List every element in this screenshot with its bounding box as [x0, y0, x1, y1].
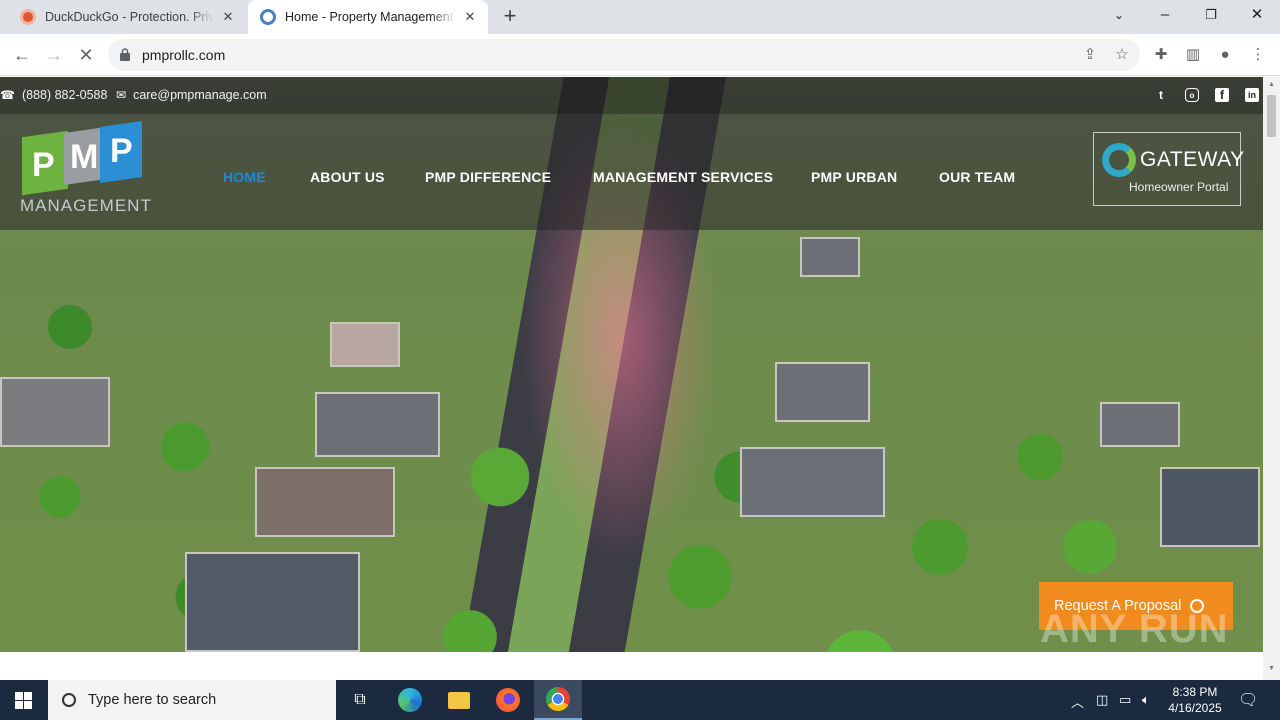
- house-roof: [330, 322, 400, 367]
- edge-browser-icon[interactable]: [386, 680, 434, 720]
- network-icon[interactable]: ▭: [1119, 692, 1131, 708]
- bookmark-star-icon[interactable]: ☆: [1113, 46, 1131, 64]
- house-roof: [315, 392, 440, 457]
- twitter-icon[interactable]: t: [1154, 88, 1168, 102]
- extensions-puzzle-icon[interactable]: ✚: [1151, 45, 1171, 65]
- house-roof: [775, 362, 870, 422]
- firefox-icon[interactable]: [484, 680, 532, 720]
- house-roof: [1160, 467, 1260, 547]
- share-icon[interactable]: ⇪: [1081, 46, 1099, 64]
- windows-taskbar: Type here to search ⧉ ︿ ◫ ▭ 🔈︎ 8:38 PM 4…: [0, 680, 1280, 720]
- file-explorer-icon[interactable]: [435, 680, 483, 720]
- tray-chevron-up-icon[interactable]: ︿: [1071, 692, 1084, 711]
- gateway-subtitle: Homeowner Portal: [1129, 180, 1229, 194]
- house-roof: [255, 467, 395, 537]
- scroll-up-icon[interactable]: ▲: [1267, 81, 1276, 88]
- logo-letter: M: [70, 138, 99, 176]
- volume-icon[interactable]: 🔈︎: [1142, 692, 1150, 708]
- pmp-logo[interactable]: P M P MANAGEMENT: [20, 121, 152, 219]
- duckduckgo-favicon-icon: [20, 9, 36, 25]
- house-roof: [1100, 402, 1180, 447]
- minimize-button[interactable]: –: [1150, 4, 1180, 28]
- page-section-below-hero: [0, 652, 1263, 680]
- linkedin-icon[interactable]: in: [1245, 88, 1259, 102]
- nav-our-team[interactable]: OUR TEAM: [939, 169, 1015, 185]
- scroll-down-icon[interactable]: ▼: [1267, 665, 1276, 672]
- windows-start-icon[interactable]: [0, 680, 48, 720]
- site-favicon-icon: [260, 9, 276, 25]
- gateway-portal-button[interactable]: GATEWAY Homeowner Portal: [1093, 132, 1244, 206]
- nav-pmp-difference[interactable]: PMP DIFFERENCE: [425, 169, 551, 185]
- close-tab-icon[interactable]: ✕: [220, 9, 236, 25]
- phone-icon: ☎: [0, 88, 15, 102]
- house-roof: [0, 377, 110, 447]
- house-roof: [800, 237, 860, 277]
- gateway-logo-icon: [1102, 143, 1136, 177]
- notification-icon[interactable]: 🗨︎: [1238, 690, 1258, 710]
- search-icon: [62, 693, 76, 707]
- forward-arrow-icon[interactable]: →: [42, 43, 66, 67]
- logo-subtitle: MANAGEMENT: [20, 196, 152, 215]
- scrollbar-thumb[interactable]: [1267, 95, 1276, 137]
- tab-search-chevron-down-icon[interactable]: ⌄: [1104, 4, 1134, 28]
- taskbar-search-placeholder: Type here to search: [88, 692, 217, 708]
- tab-title: DuckDuckGo - Protection. Privacy: [45, 10, 214, 24]
- profile-avatar-icon[interactable]: ●: [1215, 45, 1235, 65]
- tab-title: Home - Property Management Professionals: [285, 10, 456, 24]
- house-roof: [185, 552, 360, 652]
- gateway-title: GATEWAY: [1140, 148, 1245, 171]
- stop-loading-icon[interactable]: ✕: [74, 43, 98, 67]
- mail-icon: ✉: [116, 88, 127, 102]
- meet-now-icon[interactable]: ◫: [1096, 692, 1108, 708]
- logo-letter: P: [110, 132, 133, 170]
- instagram-icon[interactable]: o: [1185, 88, 1199, 102]
- email-address: care@pmpmanage.com: [133, 88, 267, 102]
- kebab-menu-icon[interactable]: ⋮: [1248, 45, 1268, 65]
- page-scrollbar[interactable]: ▲ ▼: [1263, 77, 1280, 680]
- restore-button[interactable]: ❐: [1196, 4, 1226, 28]
- screen: DuckDuckGo - Protection. Privacy ✕ Home …: [0, 0, 1280, 720]
- taskbar-search-box[interactable]: Type here to search: [48, 680, 336, 720]
- address-bar[interactable]: pmprollc.com ⇪ ☆: [108, 39, 1140, 71]
- nav-pmp-urban[interactable]: PMP URBAN: [811, 169, 897, 185]
- phone-number: (888) 882-0588: [21, 88, 108, 102]
- clock-time: 8:38 PM: [1172, 685, 1218, 699]
- facebook-icon[interactable]: f: [1215, 88, 1229, 102]
- contact-top-bar: ☎ (888) 882-0588 ✉ care@pmpmanage.com t …: [0, 77, 1263, 114]
- phone-contact[interactable]: ☎ (888) 882-0588: [0, 88, 107, 102]
- main-navigation: P M P MANAGEMENT HOME ABOUT US PMP DIFFE…: [0, 114, 1263, 230]
- logo-letter: P: [32, 146, 55, 184]
- url-text: pmprollc.com: [142, 47, 226, 63]
- side-panel-icon[interactable]: ▥: [1183, 45, 1203, 65]
- back-arrow-icon[interactable]: ←: [10, 43, 34, 67]
- tab-duckduckgo[interactable]: DuckDuckGo - Protection. Privacy ✕: [8, 0, 246, 34]
- browser-tab-strip: DuckDuckGo - Protection. Privacy ✕ Home …: [0, 0, 1280, 34]
- email-contact[interactable]: ✉ care@pmpmanage.com: [116, 88, 267, 102]
- clock-date: 4/16/2025: [1168, 701, 1222, 715]
- tab-pmp-home[interactable]: Home - Property Management Professionals…: [248, 0, 488, 34]
- chrome-icon[interactable]: [534, 680, 582, 720]
- nav-management-services[interactable]: MANAGEMENT SERVICES: [593, 169, 773, 185]
- close-tab-icon[interactable]: ✕: [462, 9, 478, 25]
- house-roof: [740, 447, 885, 517]
- close-window-button[interactable]: ✕: [1242, 4, 1272, 28]
- taskbar-clock[interactable]: 8:38 PM 4/16/2025: [1160, 684, 1230, 716]
- nav-home[interactable]: HOME: [223, 169, 266, 185]
- nav-about-us[interactable]: ABOUT US: [310, 169, 385, 185]
- lock-icon: [120, 48, 130, 61]
- task-view-icon[interactable]: ⧉: [336, 680, 384, 720]
- anyrun-watermark: ANY RUN: [1040, 607, 1229, 651]
- new-tab-button[interactable]: +: [498, 4, 522, 28]
- page-viewport: ☎ (888) 882-0588 ✉ care@pmpmanage.com t …: [0, 77, 1263, 680]
- browser-toolbar: ← → ✕ pmprollc.com ⇪ ☆ ✚ ▥ ● ⋮: [0, 34, 1280, 76]
